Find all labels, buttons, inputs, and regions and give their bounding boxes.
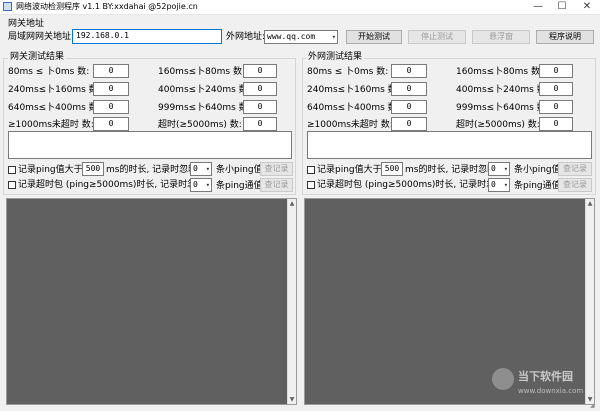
ignore-count-select[interactable]: 0 ▾ <box>190 178 212 192</box>
window-title: 网络波动检测程序 v1.1 BY:xxdahai @52pojie.cn <box>16 2 198 11</box>
stat-value: 0 <box>391 100 427 114</box>
stat-value: 0 <box>391 82 427 96</box>
watermark-logo-icon <box>492 368 514 390</box>
stat-label: 400ms≤卜240ms 数: <box>456 85 549 95</box>
stat-value: 0 <box>391 64 427 78</box>
maximize-button[interactable]: ☐ <box>550 0 574 14</box>
lan-gateway-label: 局域网网关地址: <box>8 32 75 42</box>
resize-grip-icon[interactable]: ◢ <box>590 402 595 409</box>
wan-address-select[interactable]: www.qq.com ▾ <box>264 30 338 44</box>
stat-label: 999ms≤卜640ms 数: <box>158 103 251 113</box>
stat-value: 0 <box>243 100 277 114</box>
chevron-down-icon: ▾ <box>205 181 210 189</box>
lan-gateway-input[interactable]: 192.168.0.1 <box>72 29 222 44</box>
scroll-up-icon[interactable]: ▲ <box>288 199 296 208</box>
stat-value: 0 <box>93 64 129 78</box>
wan-address-value: www.qq.com <box>267 32 316 41</box>
record-ping-label: 记录ping值大于: <box>317 165 385 175</box>
stat-value: 0 <box>539 82 573 96</box>
stat-value: 0 <box>539 100 573 114</box>
ignore-count-select[interactable]: 0 ▾ <box>190 162 212 176</box>
record-timeout-label: 记录超时包 (ping≥5000ms)时长, 记录时忽略 <box>317 180 505 190</box>
ignore-suffix: 条ping通值 <box>514 181 561 191</box>
ping-threshold-input[interactable]: 500 <box>381 162 403 176</box>
wan-address-label: 外网地址: <box>226 32 266 42</box>
stat-label: 80ms ≤ 卜0ms 数: <box>307 67 389 77</box>
view-records-button[interactable]: 查记录 <box>260 178 293 192</box>
chevron-down-icon: ▾ <box>205 165 210 173</box>
ignore-count-value: 0 <box>193 180 198 189</box>
ignore-suffix: 条小ping值 <box>514 165 561 175</box>
view-records-button[interactable]: 查记录 <box>558 162 592 176</box>
record-ping-label: 记录ping值大于: <box>18 165 86 175</box>
gateway-log-scrollbar[interactable]: ▲ ▼ <box>287 199 296 404</box>
program-help-button[interactable]: 程序说明 <box>536 30 594 44</box>
ignore-count-value: 0 <box>193 164 198 173</box>
gateway-section-label: 网关地址 <box>8 19 45 29</box>
record-ping-checkbox[interactable] <box>8 166 16 174</box>
stat-label: 240ms≤卜160ms 数: <box>307 85 400 95</box>
record-timeout-checkbox[interactable] <box>8 181 16 189</box>
record-ping-checkbox[interactable] <box>307 166 315 174</box>
ignore-count-value: 0 <box>491 164 496 173</box>
stat-value: 0 <box>243 82 277 96</box>
stat-label: 400ms≤卜240ms 数: <box>158 85 251 95</box>
stat-value: 0 <box>539 117 573 131</box>
view-records-button[interactable]: 查记录 <box>260 162 293 176</box>
gateway-log-panel[interactable] <box>6 198 297 405</box>
title-bar: 网络波动检测程序 v1.1 BY:xxdahai @52pojie.cn — ☐… <box>0 0 600 15</box>
stat-label: ≥1000ms未超时 数: <box>307 120 393 130</box>
stat-label: 超时(≥5000ms) 数: <box>456 120 540 130</box>
watermark-url: www.downxia.com <box>518 387 584 395</box>
record-ping-suffix: ms的时长, 记录时忽略 <box>405 165 497 175</box>
stat-value: 0 <box>539 64 573 78</box>
gateway-log-textarea[interactable] <box>8 131 292 159</box>
stat-value: 0 <box>391 117 427 131</box>
record-ping-suffix: ms的时长, 记录时忽略 <box>106 165 198 175</box>
wan-results-title: 外网测试结果 <box>306 51 365 63</box>
scroll-down-icon[interactable]: ▼ <box>288 395 296 404</box>
wan-log-textarea[interactable] <box>307 131 592 159</box>
stat-value: 0 <box>93 100 129 114</box>
wan-log-scrollbar[interactable]: ▲ ▼ <box>585 199 594 404</box>
stat-label: ≥1000ms未超时 数: <box>8 120 94 130</box>
chevron-down-icon: ▾ <box>503 181 508 189</box>
chevron-down-icon: ▾ <box>503 165 508 173</box>
stat-label: 640ms≤卜400ms 数: <box>8 103 101 113</box>
ignore-suffix: 条小ping值 <box>216 165 263 175</box>
start-test-button[interactable]: 开始测试 <box>346 30 402 44</box>
stop-test-button[interactable]: 停止测试 <box>408 30 466 44</box>
ignore-count-value: 0 <box>491 180 496 189</box>
watermark-brand: 当下软件园 <box>518 370 573 383</box>
scroll-up-icon[interactable]: ▲ <box>586 199 594 208</box>
stat-label: 160ms≤卜80ms 数: <box>456 67 543 77</box>
stat-label: 80ms ≤ 卜0ms 数: <box>8 67 90 77</box>
stat-label: 160ms≤卜80ms 数: <box>158 67 245 77</box>
floating-window-button[interactable]: 悬浮窗 <box>472 30 530 44</box>
minimize-button[interactable]: — <box>526 0 550 14</box>
close-button[interactable]: ✕ <box>575 0 599 14</box>
stat-value: 0 <box>243 64 277 78</box>
record-timeout-checkbox[interactable] <box>307 181 315 189</box>
stat-value: 0 <box>93 117 129 131</box>
view-records-button[interactable]: 查记录 <box>558 178 592 192</box>
ignore-suffix: 条ping通值 <box>216 181 263 191</box>
app-icon <box>3 2 12 11</box>
stat-value: 0 <box>243 117 277 131</box>
stat-label: 999ms≤卜640ms 数: <box>456 103 549 113</box>
ping-threshold-input[interactable]: 500 <box>82 162 104 176</box>
stat-value: 0 <box>93 82 129 96</box>
chevron-down-icon: ▾ <box>331 33 336 41</box>
record-timeout-label: 记录超时包 (ping≥5000ms)时长, 记录时忽略 <box>18 180 206 190</box>
stat-label: 640ms≤卜400ms 数: <box>307 103 400 113</box>
gateway-results-title: 网关测试结果 <box>8 51 67 63</box>
stat-label: 超时(≥5000ms) 数: <box>158 120 242 130</box>
ignore-count-select[interactable]: 0 ▾ <box>488 178 510 192</box>
ignore-count-select[interactable]: 0 ▾ <box>488 162 510 176</box>
stat-label: 240ms≤卜160ms 数: <box>8 85 101 95</box>
